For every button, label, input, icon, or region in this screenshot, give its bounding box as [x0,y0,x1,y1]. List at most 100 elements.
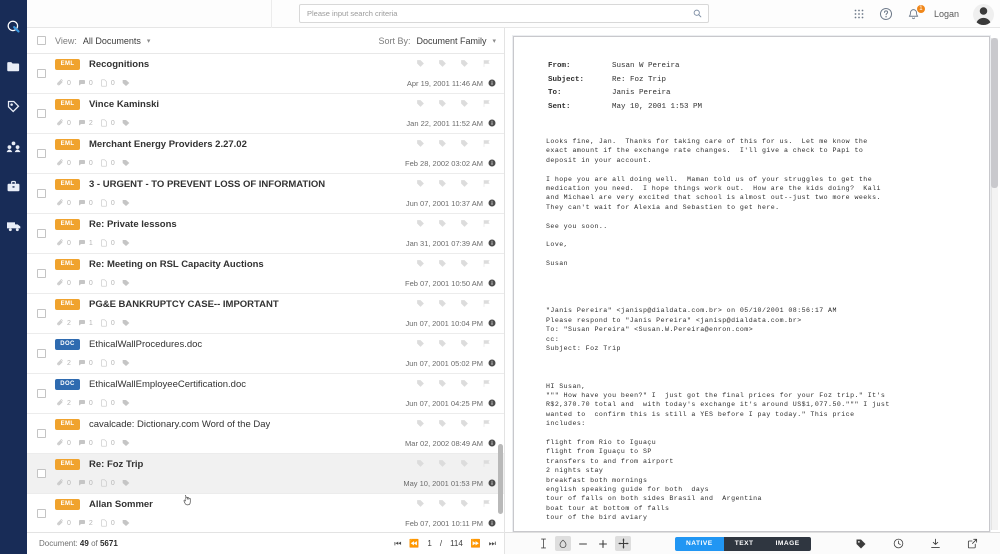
row-tag-icon[interactable] [122,279,130,287]
tag-marker-icon-3[interactable] [460,55,469,73]
row-checkbox[interactable] [37,149,46,158]
table-row[interactable]: EML Re: Meeting on RSL Capacity Auctions… [27,254,504,294]
tag-marker-icon-3[interactable] [460,295,469,313]
row-title[interactable]: Re: Private lessons [89,219,177,230]
prev-page-icon[interactable]: ⏪ [409,539,419,548]
table-row[interactable]: EML Allan Sommer 0 2 0 Feb 07, 2001 10:1… [27,494,504,532]
info-icon[interactable] [488,74,496,92]
search-input[interactable] [300,9,693,18]
view-mode-text[interactable]: TEXT [723,536,765,551]
avatar[interactable] [973,3,994,25]
tag-marker-icon-1[interactable] [416,415,425,433]
row-tag-icon[interactable] [122,119,130,127]
row-checkbox[interactable] [37,349,46,358]
row-tag-icon[interactable] [122,199,130,207]
table-row[interactable]: EML PG&E BANKRUPTCY CASE-- IMPORTANT 2 1… [27,294,504,334]
text-select-icon[interactable] [535,536,551,551]
info-icon[interactable] [488,194,496,212]
row-tag-icon[interactable] [122,79,130,87]
table-row[interactable]: EML cavalcade: Dictionary.com Word of th… [27,414,504,454]
group-icon[interactable] [0,126,27,166]
row-title[interactable]: cavalcade: Dictionary.com Word of the Da… [89,419,270,430]
flag-icon[interactable] [482,135,492,153]
last-page-icon[interactable]: ⏭ [489,539,496,549]
table-row[interactable]: EML Merchant Energy Providers 2.27.02 0 … [27,134,504,174]
row-title[interactable]: PG&E BANKRUPTCY CASE-- IMPORTANT [89,299,279,310]
first-page-icon[interactable]: ⏮ [394,539,401,549]
apps-grid-icon[interactable] [853,8,865,20]
viewer-scrollbar[interactable] [991,38,998,530]
row-checkbox[interactable] [37,509,46,518]
table-row[interactable]: EML 3 - URGENT - TO PREVENT LOSS OF INFO… [27,174,504,214]
flag-icon[interactable] [482,95,492,113]
row-checkbox[interactable] [37,389,46,398]
info-icon[interactable] [488,274,496,292]
flag-icon[interactable] [482,215,492,233]
info-icon[interactable] [488,394,496,412]
row-checkbox[interactable] [37,469,46,478]
chevron-down-icon-sort[interactable]: ▾ [492,37,496,45]
row-checkbox[interactable] [37,309,46,318]
download-icon[interactable] [927,536,943,551]
notifications-icon[interactable]: 1 [907,4,925,21]
row-tag-icon[interactable] [122,359,130,367]
row-title[interactable]: Allan Sommer [89,499,153,510]
table-row[interactable]: EML Re: Private lessons 0 1 0 Jan 31, 20… [27,214,504,254]
flag-icon[interactable] [482,375,492,393]
tag-marker-icon-2[interactable] [438,415,447,433]
tag-marker-icon-1[interactable] [416,495,425,513]
tag-marker-icon-2[interactable] [438,375,447,393]
tag-marker-icon-2[interactable] [438,295,447,313]
tag-marker-icon-2[interactable] [438,255,447,273]
tag-marker-icon-3[interactable] [460,95,469,113]
row-title[interactable]: Re: Foz Trip [89,459,143,470]
tag-marker-icon-3[interactable] [460,415,469,433]
search-bar[interactable] [299,4,709,23]
flag-icon[interactable] [482,175,492,193]
tag-marker-icon-3[interactable] [460,135,469,153]
row-checkbox[interactable] [37,109,46,118]
tag-icon[interactable] [853,536,869,551]
tag-marker-icon-2[interactable] [438,215,447,233]
select-all-checkbox[interactable] [37,36,46,45]
truck-icon[interactable] [0,206,27,246]
flag-icon[interactable] [482,55,492,73]
row-checkbox[interactable] [37,189,46,198]
tag-marker-icon-1[interactable] [416,295,425,313]
tag-marker-icon-2[interactable] [438,175,447,193]
tag-marker-icon-1[interactable] [416,375,425,393]
logo-icon[interactable] [0,6,27,46]
tag-marker-icon-3[interactable] [460,175,469,193]
row-title[interactable]: Re: Meeting on RSL Capacity Auctions [89,259,264,270]
info-icon[interactable] [488,434,496,452]
table-row[interactable]: EML Re: Foz Trip 0 0 0 May 10, 2001 01:5… [27,454,504,506]
flag-icon[interactable] [482,415,492,433]
folder-icon[interactable] [0,46,27,86]
table-row[interactable]: DOC EthicalWallProcedures.doc 2 0 0 Jun … [27,334,504,374]
flag-icon[interactable] [482,455,492,473]
tag-marker-icon-3[interactable] [460,455,469,473]
tag-marker-icon-1[interactable] [416,95,425,113]
briefcase-icon[interactable] [0,166,27,206]
tag-marker-icon-1[interactable] [416,55,425,73]
table-row[interactable]: EML Recognitions 0 0 0 Apr 19, 2001 11:4… [27,54,504,94]
zoom-out-icon[interactable] [575,536,591,551]
tag-marker-icon-3[interactable] [460,335,469,353]
tag-marker-icon-1[interactable] [416,255,425,273]
pan-icon[interactable] [615,536,631,551]
row-tag-icon[interactable] [122,159,130,167]
row-tag-icon[interactable] [122,319,130,327]
tag-marker-icon-3[interactable] [460,495,469,513]
tag-marker-icon-1[interactable] [416,215,425,233]
tag-marker-icon-1[interactable] [416,175,425,193]
row-checkbox[interactable] [37,69,46,78]
row-title[interactable]: EthicalWallEmployeeCertification.doc [89,379,246,390]
row-checkbox[interactable] [37,229,46,238]
list-scrollbar[interactable] [498,54,503,532]
tag-marker-icon-2[interactable] [438,495,447,513]
row-checkbox[interactable] [37,429,46,438]
row-title[interactable]: Vince Kaminski [89,99,159,110]
info-icon[interactable] [488,514,496,532]
viewer-scrollbar-thumb[interactable] [991,38,998,188]
info-icon[interactable] [488,154,496,172]
